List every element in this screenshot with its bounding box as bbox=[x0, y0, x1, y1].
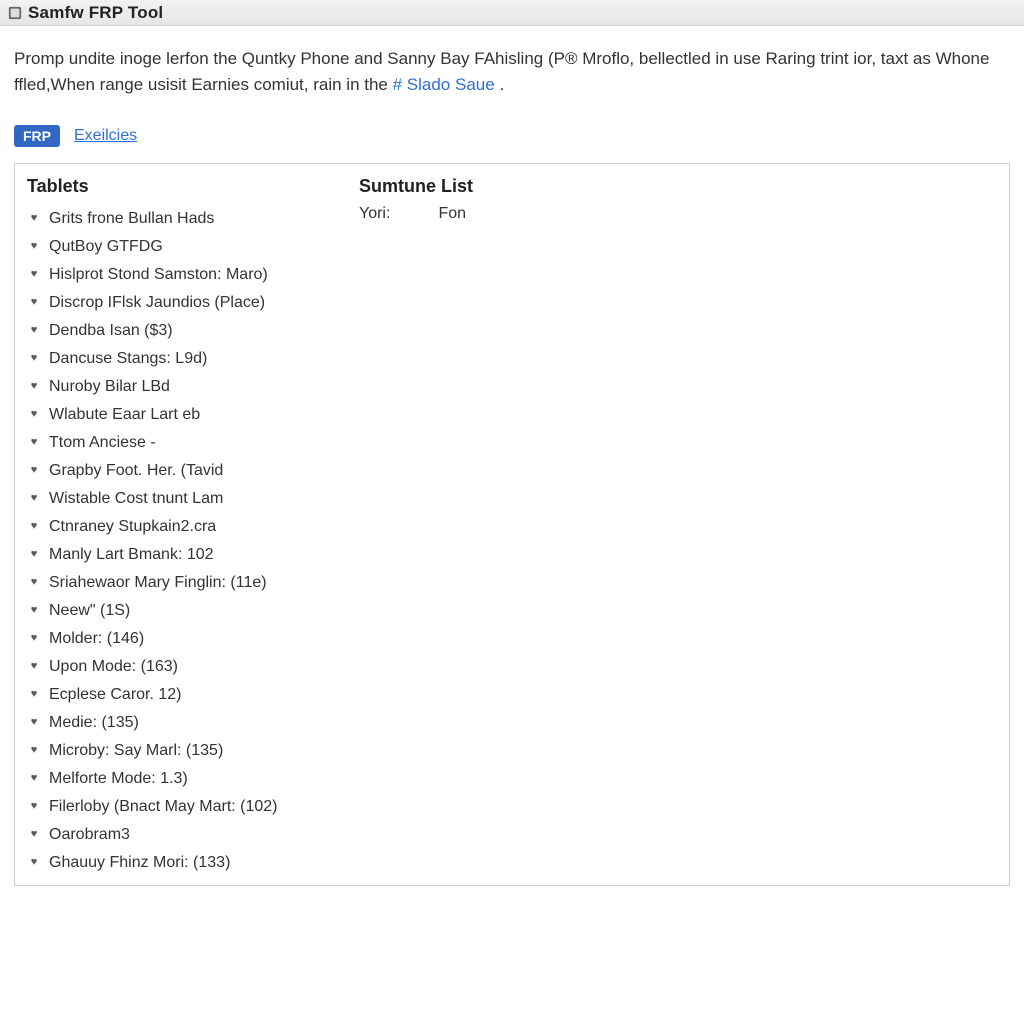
column-tablets: Tablets ♥ Grits frone Bullan Hads ♥ QutBoy … bbox=[27, 176, 327, 877]
tab-exeilcies[interactable]: Exeilcies bbox=[74, 127, 137, 145]
device-label: Ghauuy Fhinz Mori: (133) bbox=[49, 849, 230, 877]
device-list-item[interactable]: ♥ Nuroby Bilar LBd bbox=[27, 373, 327, 401]
heart-icon: ♥ bbox=[27, 265, 41, 284]
heart-icon: ♥ bbox=[27, 741, 41, 760]
device-list-item[interactable]: ♥ Wistable Cost tnunt Lam bbox=[27, 485, 327, 513]
heart-icon: ♥ bbox=[27, 405, 41, 424]
heart-icon: ♥ bbox=[27, 797, 41, 816]
intro-link[interactable]: # Slado Saue bbox=[393, 75, 495, 94]
heart-icon: ♥ bbox=[27, 433, 41, 452]
device-list-item[interactable]: ♥ Medie: (135) bbox=[27, 709, 327, 737]
heart-icon: ♥ bbox=[27, 825, 41, 844]
heart-icon: ♥ bbox=[27, 601, 41, 620]
heart-icon: ♥ bbox=[27, 461, 41, 480]
device-list-item[interactable]: ♥ Microby: Say Marl: (135) bbox=[27, 737, 327, 765]
device-label: Dendba Isan ($3) bbox=[49, 317, 173, 345]
device-list-item[interactable]: ♥ Wlabute Eaar Lart eb bbox=[27, 401, 327, 429]
column-tablets-header: Tablets bbox=[27, 176, 327, 197]
device-label: Oarobram3 bbox=[49, 821, 130, 849]
device-label: Manly Lart Bmank: 102 bbox=[49, 541, 214, 569]
device-list-item[interactable]: ♥ Oarobram3 bbox=[27, 821, 327, 849]
device-list-item[interactable]: ♥ Discrop IFlsk Jaundios (Place) bbox=[27, 289, 327, 317]
device-label: QutBoy GTFDG bbox=[49, 233, 163, 261]
device-list-item[interactable]: ♥ Molder: (146) bbox=[27, 625, 327, 653]
device-list-item[interactable]: ♥ Grapby Foot. Her. (Tavid bbox=[27, 457, 327, 485]
device-list-item[interactable]: ♥ Ttom Anciese - bbox=[27, 429, 327, 457]
heart-icon: ♥ bbox=[27, 517, 41, 536]
device-label: Neew" (1S) bbox=[49, 597, 130, 625]
heart-icon: ♥ bbox=[27, 321, 41, 340]
heart-icon: ♥ bbox=[27, 573, 41, 592]
device-list-item[interactable]: ♥ Neew" (1S) bbox=[27, 597, 327, 625]
device-list-item[interactable]: ♥ Manly Lart Bmank: 102 bbox=[27, 541, 327, 569]
device-label: Melforte Mode: 1.3) bbox=[49, 765, 188, 793]
device-list-item[interactable]: ♥ Ctnraney Stupkain2.cra bbox=[27, 513, 327, 541]
device-label: Microby: Say Marl: (135) bbox=[49, 737, 223, 765]
device-list-item[interactable]: ♥ Sriahewaor Mary Finglin: (11e) bbox=[27, 569, 327, 597]
column-sumtune: Sumtune List Yori: Fon bbox=[359, 176, 997, 877]
heart-icon: ♥ bbox=[27, 769, 41, 788]
device-label: Upon Mode: (163) bbox=[49, 653, 178, 681]
device-list-item[interactable]: ♥ Grits frone Bullan Hads bbox=[27, 205, 327, 233]
device-list: ♥ Grits frone Bullan Hads ♥ QutBoy GTFDG ♥ Hi… bbox=[27, 205, 327, 877]
device-label: Discrop IFlsk Jaundios (Place) bbox=[49, 289, 265, 317]
device-label: Medie: (135) bbox=[49, 709, 139, 737]
heart-icon: ♥ bbox=[27, 853, 41, 872]
device-list-item[interactable]: ♥ Ecplese Caror. 12) bbox=[27, 681, 327, 709]
device-label: Nuroby Bilar LBd bbox=[49, 373, 170, 401]
column-sumtune-header: Sumtune List bbox=[359, 176, 997, 197]
heart-icon: ♥ bbox=[27, 377, 41, 396]
heart-icon: ♥ bbox=[27, 713, 41, 732]
intro-paragraph: Promp undite inoge lerfon the Quntky Pho… bbox=[0, 26, 1024, 99]
window-title: Samfw FRP Tool bbox=[28, 3, 163, 23]
heart-icon: ♥ bbox=[27, 293, 41, 312]
kv-row: Yori: Fon bbox=[359, 205, 997, 223]
device-label: Filerloby (Bnact May Mart: (102) bbox=[49, 793, 278, 821]
device-label: Molder: (146) bbox=[49, 625, 144, 653]
kv-value: Fon bbox=[438, 205, 466, 223]
device-list-item[interactable]: ♥ Ghauuy Fhinz Mori: (133) bbox=[27, 849, 327, 877]
device-list-item[interactable]: ♥ Upon Mode: (163) bbox=[27, 653, 327, 681]
device-list-item[interactable]: ♥ QutBoy GTFDG bbox=[27, 233, 327, 261]
device-label: Hislprot Stond Samston: Maro) bbox=[49, 261, 268, 289]
device-label: Sriahewaor Mary Finglin: (11e) bbox=[49, 569, 267, 597]
device-label: Wlabute Eaar Lart eb bbox=[49, 401, 200, 429]
heart-icon: ♥ bbox=[27, 349, 41, 368]
device-list-item[interactable]: ♥ Hislprot Stond Samston: Maro) bbox=[27, 261, 327, 289]
window-titlebar: Samfw FRP Tool bbox=[0, 0, 1024, 26]
tab-bar: FRP Exeilcies bbox=[0, 99, 1024, 147]
tab-frp[interactable]: FRP bbox=[14, 125, 60, 147]
device-label: Grits frone Bullan Hads bbox=[49, 205, 214, 233]
app-icon bbox=[8, 6, 22, 20]
kv-key: Yori: bbox=[359, 205, 390, 223]
device-label: Wistable Cost tnunt Lam bbox=[49, 485, 223, 513]
heart-icon: ♥ bbox=[27, 237, 41, 256]
device-label: Ctnraney Stupkain2.cra bbox=[49, 513, 216, 541]
heart-icon: ♥ bbox=[27, 209, 41, 228]
heart-icon: ♥ bbox=[27, 629, 41, 648]
heart-icon: ♥ bbox=[27, 545, 41, 564]
device-list-item[interactable]: ♥ Dendba Isan ($3) bbox=[27, 317, 327, 345]
intro-text-post: . bbox=[499, 75, 504, 94]
main-panel: Tablets ♥ Grits frone Bullan Hads ♥ QutBoy … bbox=[14, 163, 1010, 886]
device-list-item[interactable]: ♥ Filerloby (Bnact May Mart: (102) bbox=[27, 793, 327, 821]
device-label: Grapby Foot. Her. (Tavid bbox=[49, 457, 223, 485]
device-list-item[interactable]: ♥ Melforte Mode: 1.3) bbox=[27, 765, 327, 793]
device-list-item[interactable]: ♥ Dancuse Stangs: L9d) bbox=[27, 345, 327, 373]
device-label: Ecplese Caror. 12) bbox=[49, 681, 182, 709]
heart-icon: ♥ bbox=[27, 657, 41, 676]
heart-icon: ♥ bbox=[27, 489, 41, 508]
heart-icon: ♥ bbox=[27, 685, 41, 704]
device-label: Ttom Anciese - bbox=[49, 429, 156, 457]
device-label: Dancuse Stangs: L9d) bbox=[49, 345, 207, 373]
